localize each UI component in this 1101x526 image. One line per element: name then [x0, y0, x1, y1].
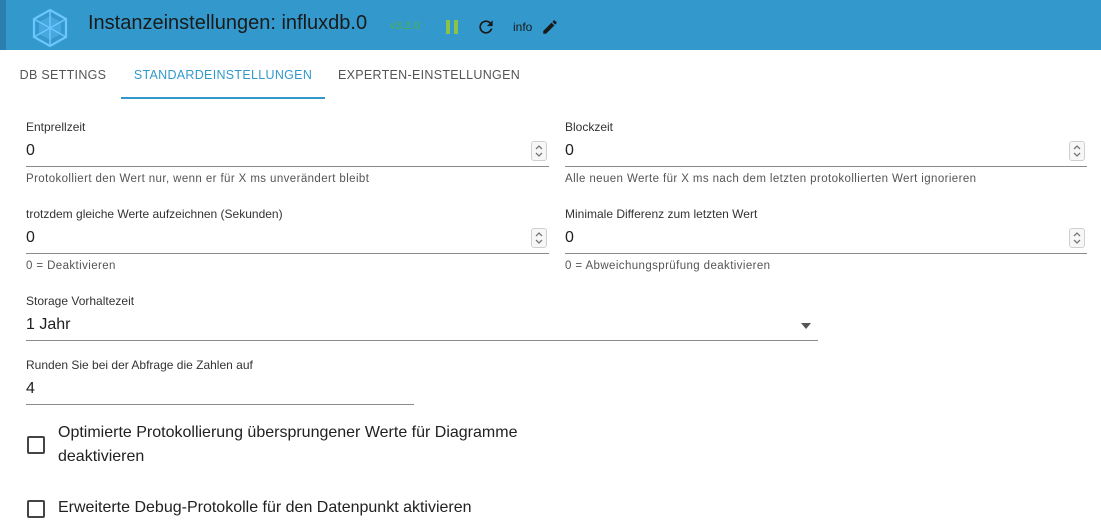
- gleiche-werte-stepper[interactable]: [531, 228, 547, 248]
- edit-pencil-icon[interactable]: [541, 18, 559, 36]
- tab-db-settings[interactable]: DB SETTINGS: [8, 50, 118, 100]
- optimized-logging-label[interactable]: Optimierte Protokollierung übersprungene…: [58, 421, 558, 469]
- pause-icon[interactable]: [445, 19, 459, 35]
- gleiche-werte-input[interactable]: 0: [26, 229, 35, 247]
- stepper-arrows-icon: [1073, 145, 1081, 157]
- runden-label: Runden Sie bei der Abfrage die Zahlen au…: [26, 358, 253, 372]
- gleiche-werte-underline: [26, 253, 549, 254]
- blockzeit-stepper[interactable]: [1069, 141, 1085, 161]
- min-diff-helper: 0 = Abweichungsprüfung deaktivieren: [565, 260, 771, 272]
- page-title: Instanzeinstellungen: influxdb.0: [88, 12, 368, 34]
- debug-logs-label[interactable]: Erweiterte Debug-Protokolle für den Date…: [58, 496, 472, 520]
- version-badge: v3.2.0: [390, 20, 420, 32]
- app-header: Instanzeinstellungen: influxdb.0 v3.2.0 …: [0, 0, 1101, 50]
- min-diff-input[interactable]: 0: [565, 229, 574, 247]
- blockzeit-input[interactable]: 0: [565, 142, 574, 160]
- chevron-down-icon[interactable]: [800, 322, 812, 330]
- influxdb-logo-icon: [32, 8, 68, 48]
- min-diff-label: Minimale Differenz zum letzten Wert: [565, 207, 758, 221]
- tab-experten-einstellungen[interactable]: EXPERTEN-EINSTELLUNGEN: [325, 50, 533, 100]
- entprellzeit-helper: Protokolliert den Wert nur, wenn er für …: [26, 173, 370, 185]
- tab-bar: DB SETTINGS STANDARDEINSTELLUNGEN EXPERT…: [0, 50, 1101, 100]
- blockzeit-label: Blockzeit: [565, 120, 614, 134]
- entprellzeit-stepper[interactable]: [531, 141, 547, 161]
- min-diff-underline: [565, 253, 1087, 254]
- debug-logs-checkbox[interactable]: [27, 500, 45, 518]
- storage-label: Storage Vorhaltezeit: [26, 294, 135, 308]
- reload-icon[interactable]: [476, 17, 496, 37]
- gleiche-werte-label: trotzdem gleiche Werte aufzeichnen (Seku…: [26, 207, 283, 221]
- active-tab-indicator: [121, 97, 325, 99]
- gleiche-werte-helper: 0 = Deaktivieren: [26, 260, 116, 272]
- tab-standardeinstellungen[interactable]: STANDARDEINSTELLUNGEN: [121, 50, 325, 100]
- optimized-logging-checkbox[interactable]: [27, 436, 45, 454]
- storage-underline: [26, 340, 818, 341]
- stepper-arrows-icon: [535, 232, 543, 244]
- info-label[interactable]: info: [513, 20, 532, 34]
- runden-underline: [26, 404, 414, 405]
- stepper-arrows-icon: [535, 145, 543, 157]
- blockzeit-underline: [565, 166, 1087, 167]
- entprellzeit-underline: [26, 166, 549, 167]
- stepper-arrows-icon: [1073, 232, 1081, 244]
- min-diff-stepper[interactable]: [1069, 228, 1085, 248]
- storage-select[interactable]: 1 Jahr: [26, 316, 70, 334]
- header-edge: [0, 0, 6, 50]
- blockzeit-helper: Alle neuen Werte für X ms nach dem letzt…: [565, 173, 977, 185]
- runden-input[interactable]: 4: [26, 380, 35, 398]
- entprellzeit-label: Entprellzeit: [26, 120, 86, 134]
- entprellzeit-input[interactable]: 0: [26, 142, 35, 160]
